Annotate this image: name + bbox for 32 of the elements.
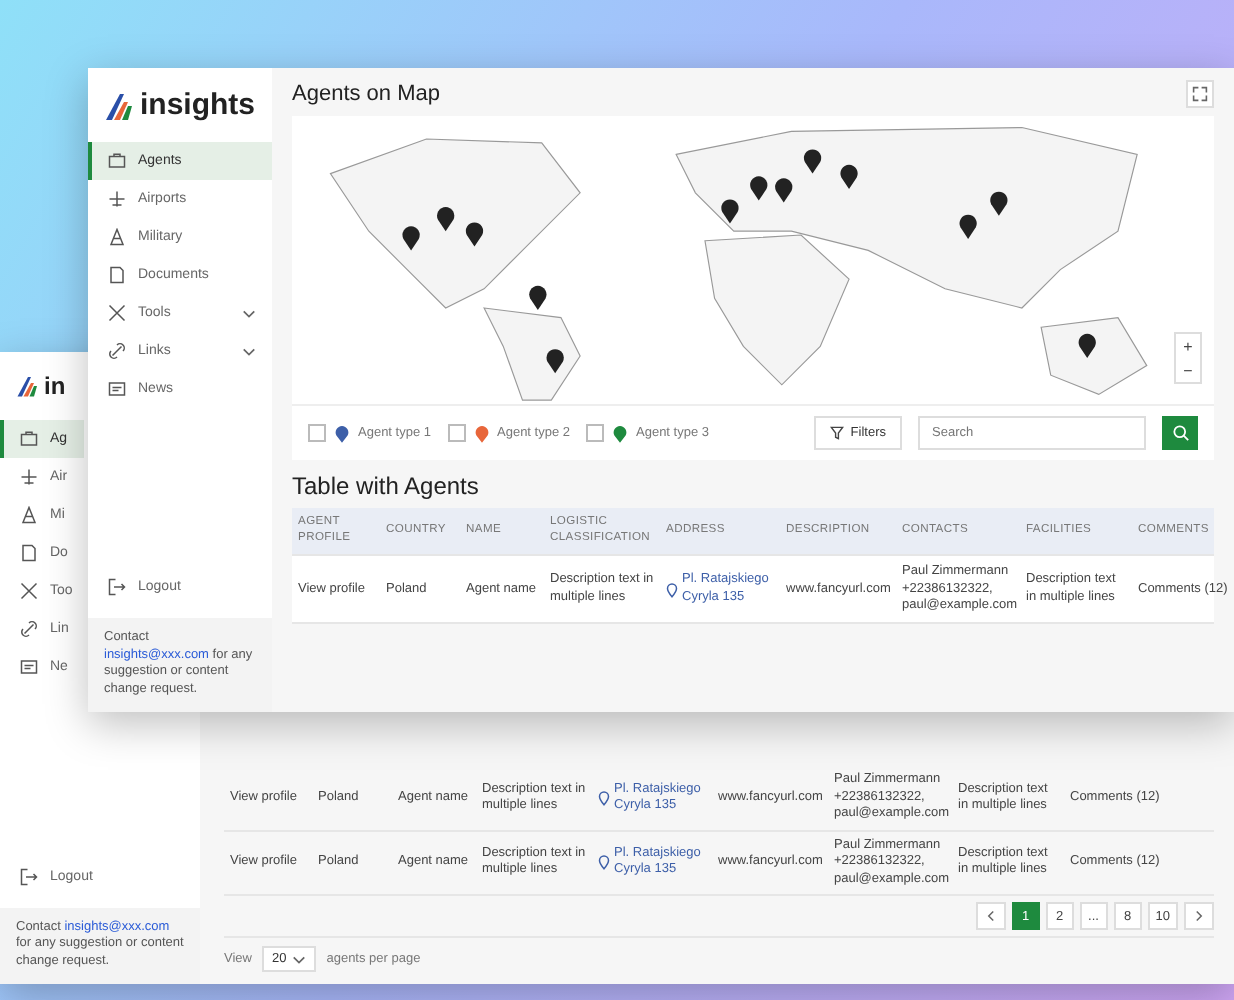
chevron-right-icon — [1192, 910, 1206, 922]
search-button[interactable] — [1162, 416, 1198, 450]
checkbox[interactable] — [586, 424, 604, 442]
fullscreen-icon — [1192, 86, 1208, 102]
link-icon — [20, 620, 38, 638]
briefcase-icon — [108, 152, 126, 170]
location-icon — [598, 790, 610, 807]
link-icon — [108, 342, 126, 360]
location-icon — [598, 854, 610, 871]
section-title: Table with Agents — [292, 472, 481, 500]
logo-icon — [16, 374, 40, 398]
news-icon — [108, 380, 126, 398]
briefcase-icon — [20, 430, 38, 448]
section-title: Agents on Map — [292, 82, 440, 106]
chevron-left-icon — [983, 910, 998, 922]
checkbox[interactable] — [308, 424, 326, 442]
previous-page-button[interactable] — [975, 902, 1006, 930]
logout-icon — [108, 577, 126, 596]
chevron-down-icon — [292, 953, 307, 965]
logo-text: insights — [140, 88, 256, 122]
doc-icon — [20, 544, 38, 562]
logout-icon — [20, 867, 38, 886]
location-icon — [666, 581, 678, 598]
next-page-button[interactable] — [1184, 902, 1214, 930]
filter-icon — [830, 426, 845, 440]
doc-icon — [108, 266, 126, 284]
search-icon — [1171, 424, 1189, 442]
logo-icon — [104, 89, 136, 121]
logo-text: in — [44, 372, 66, 400]
checkbox[interactable] — [447, 424, 465, 442]
fullscreen-button[interactable] — [1186, 80, 1214, 108]
news-icon — [20, 658, 38, 676]
